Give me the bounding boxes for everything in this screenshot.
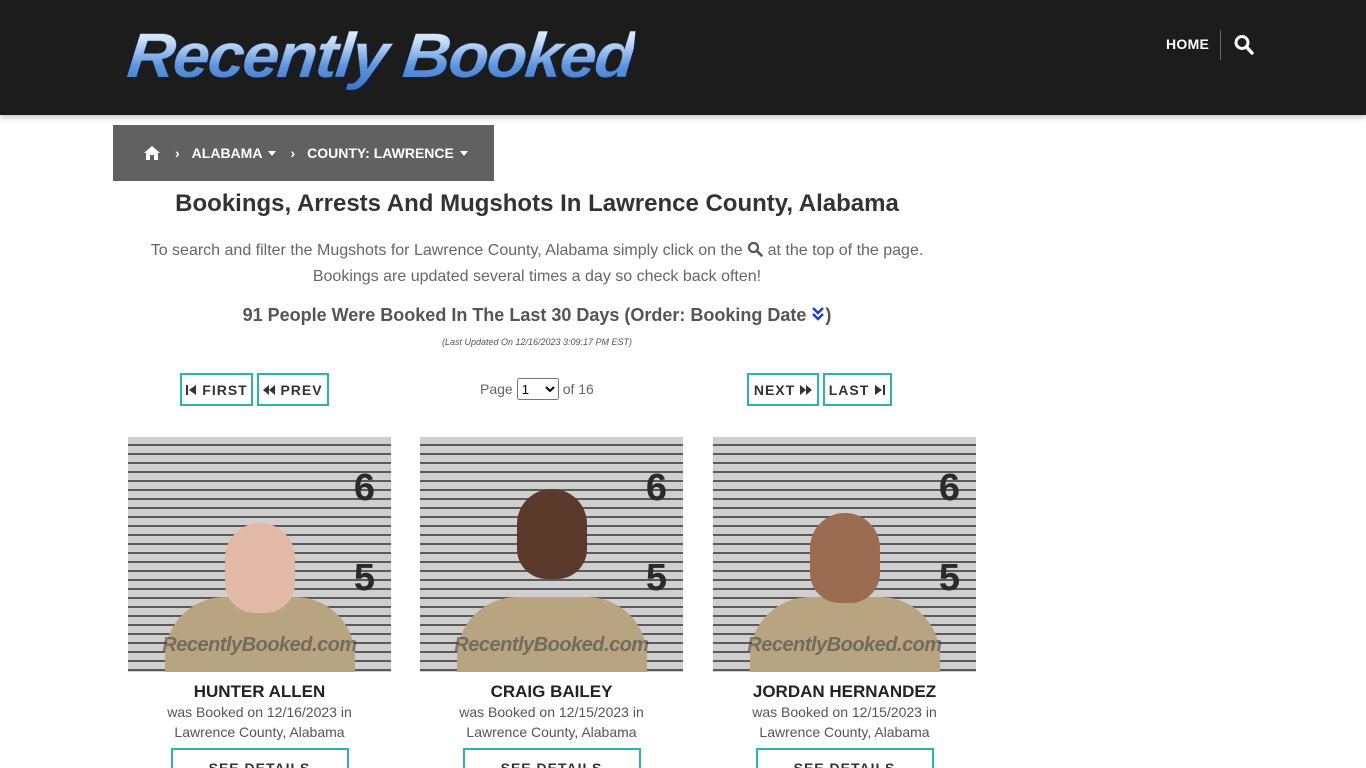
last-page-icon [875,384,886,395]
last-page-button[interactable]: LAST [823,373,892,406]
booking-location-text: Lawrence County, Alabama [174,724,345,740]
booking-card[interactable]: 6 5 RecentlyBooked.com JORDAN HERNANDEZ … [713,437,976,768]
next-page-button[interactable]: NEXT [747,373,819,406]
booking-card[interactable]: 6 5 RecentlyBooked.com HUNTER ALLEN was … [128,437,391,768]
breadcrumb-state-dropdown[interactable]: ALABAMA [192,145,277,161]
site-logo[interactable]: Recently Booked [124,20,637,90]
page-description: To search and filter the Mugshots for La… [113,238,961,290]
chevron-right-icon: › [175,145,180,161]
backward-icon [263,384,276,395]
caret-down-icon [459,150,468,156]
inmate-name[interactable]: JORDAN HERNANDEZ [713,682,976,702]
inmate-name[interactable]: CRAIG BAILEY [420,682,683,702]
booking-count-close: ) [825,305,832,325]
description-text-3: Bookings are updated several times a day… [312,268,762,285]
page-selector: Page 1 of 16 [480,378,594,400]
booking-location-text: Lawrence County, Alabama [759,724,930,740]
height-marker: 5 [353,557,375,599]
page-label: Page [480,381,513,397]
height-marker: 6 [353,467,375,509]
booking-count-heading: 91 People Were Booked In The Last 30 Day… [113,305,961,326]
page-total-label: of 16 [562,381,594,397]
breadcrumb-state-label: ALABAMA [191,145,263,161]
last-updated-text: (Last Updated On 12/16/2023 3:09:17 PM E… [441,337,633,347]
booking-date-text: was Booked on 12/16/2023 in [167,704,352,720]
height-marker: 6 [938,467,960,509]
description-text-2: at the top of the page. [767,242,924,259]
forward-icon [800,384,813,395]
mugshot-head [516,489,587,579]
page-select[interactable]: 1 [516,378,559,400]
booking-count-text: 91 People Were Booked In The Last 30 Day… [242,305,807,325]
breadcrumb-county-label: COUNTY: LAWRENCE [307,145,454,161]
search-icon[interactable] [1234,34,1254,56]
watermark: RecentlyBooked.com [454,634,649,656]
prev-page-label: PREV [280,381,323,398]
booking-date-text: was Booked on 12/15/2023 in [752,704,937,720]
next-page-label: NEXT [753,381,796,398]
last-page-label: LAST [828,381,870,398]
prev-page-button[interactable]: PREV [257,373,329,406]
chevron-right-icon: › [290,145,296,161]
nav-home-link[interactable]: HOME [1166,36,1209,52]
see-details-button[interactable]: SEE DETAILS [755,748,934,768]
booking-location-text: Lawrence County, Alabama [466,724,637,740]
mugshot-photo[interactable]: 6 5 RecentlyBooked.com [420,437,683,672]
sort-descending-icon[interactable] [811,306,825,322]
height-marker: 5 [938,557,960,599]
height-marker: 5 [645,557,667,599]
mugshot-head [224,523,295,613]
booking-card[interactable]: 6 5 RecentlyBooked.com CRAIG BAILEY was … [420,437,683,768]
first-page-icon [186,384,197,395]
booking-date-text: was Booked on 12/15/2023 in [459,704,644,720]
breadcrumb-county-dropdown[interactable]: COUNTY: LAWRENCE [307,145,468,161]
see-details-button[interactable]: SEE DETAILS [170,748,349,768]
mugshot-photo[interactable]: 6 5 RecentlyBooked.com [128,437,391,672]
top-navbar: Recently Booked HOME [0,0,1366,115]
watermark: RecentlyBooked.com [747,634,942,656]
mugshot-head [809,513,880,603]
see-details-button[interactable]: SEE DETAILS [462,748,641,768]
home-icon[interactable] [143,145,161,161]
nav-divider [1220,30,1221,60]
first-page-button[interactable]: FIRST [180,373,253,406]
search-icon [748,241,763,257]
breadcrumb: › ALABAMA › COUNTY: LAWRENCE [113,125,494,181]
height-marker: 6 [645,467,667,509]
watermark: RecentlyBooked.com [162,634,357,656]
inmate-name[interactable]: HUNTER ALLEN [128,682,391,702]
description-text-1: To search and filter the Mugshots for La… [150,242,743,259]
page-title: Bookings, Arrests And Mugshots In Lawren… [175,190,899,217]
caret-down-icon [268,150,277,156]
mugshot-photo[interactable]: 6 5 RecentlyBooked.com [713,437,976,672]
first-page-label: FIRST [202,381,248,398]
